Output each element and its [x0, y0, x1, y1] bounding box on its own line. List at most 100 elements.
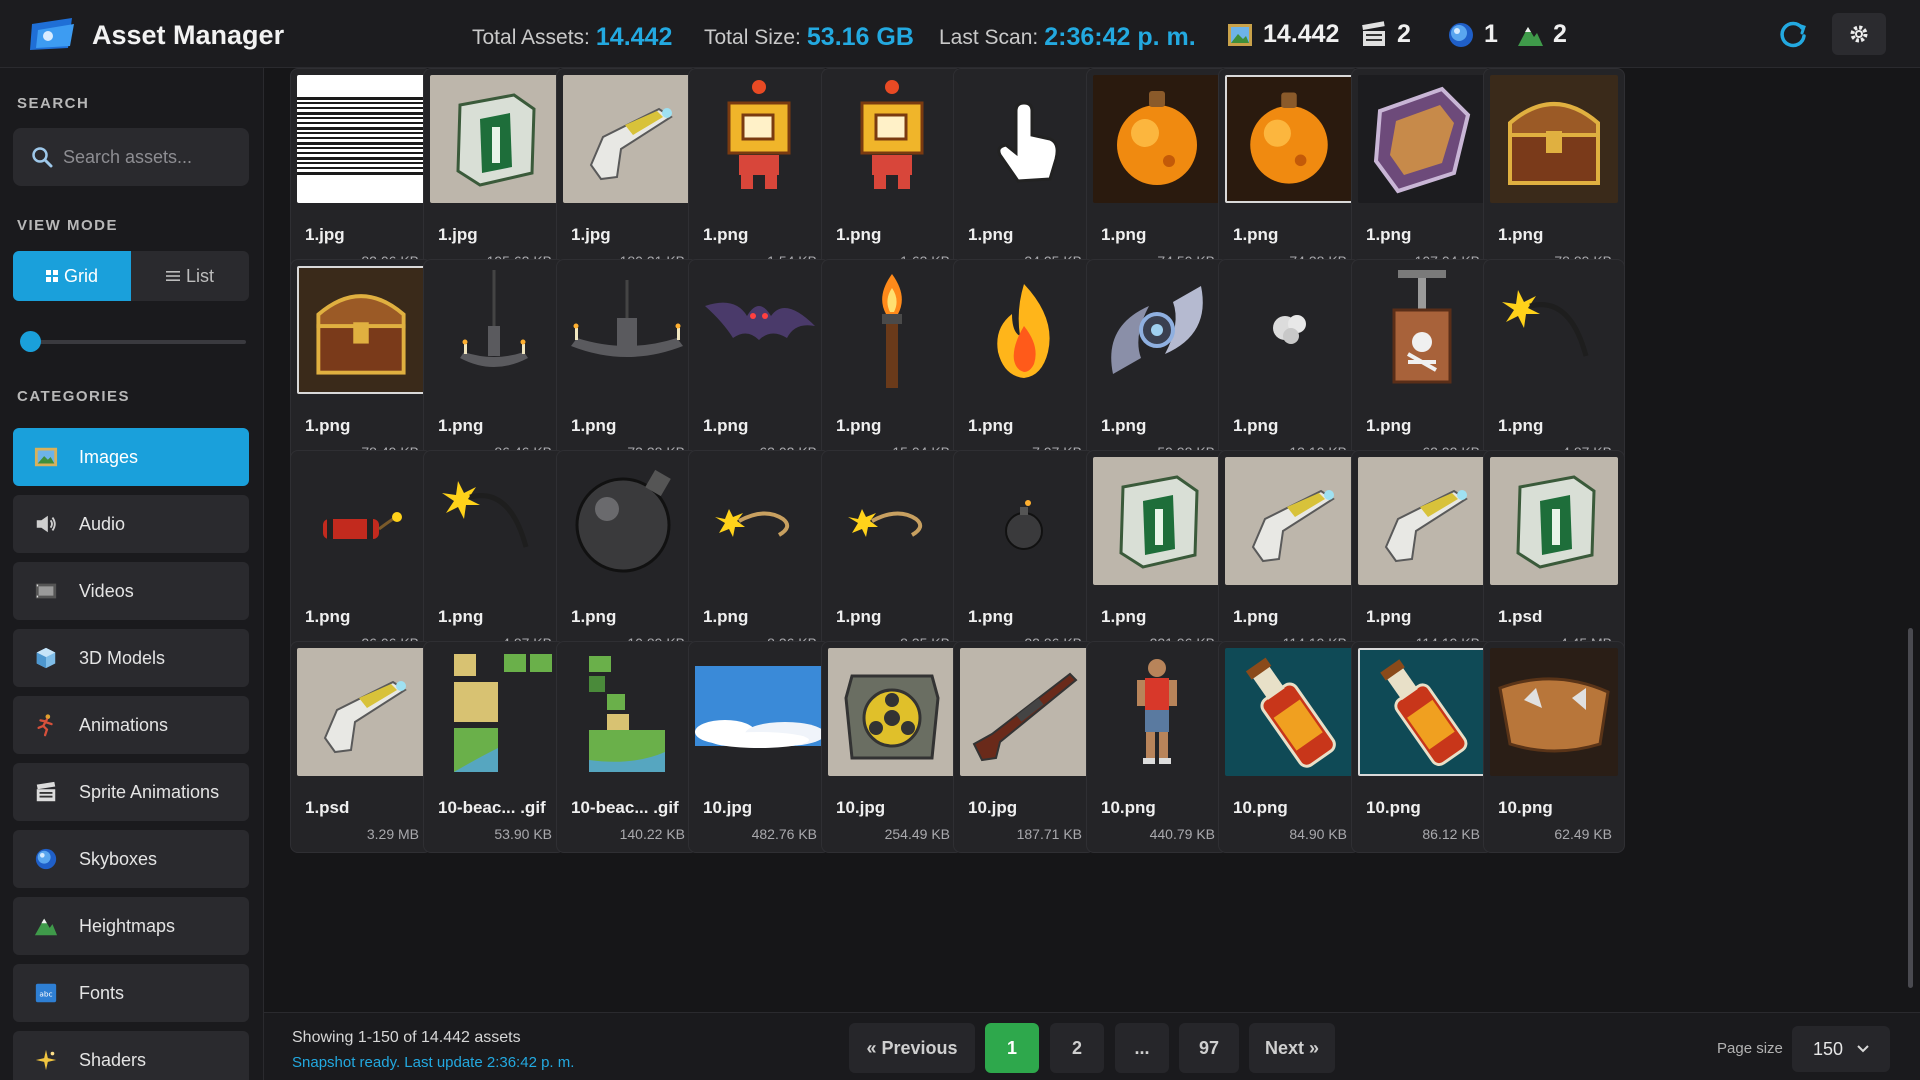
page-button-1[interactable]: 1 — [985, 1023, 1039, 1073]
asset-filesize: 3.29 MB — [366, 826, 419, 842]
thumbnail-size-slider-track[interactable] — [30, 340, 246, 344]
asset-card[interactable]: 1.png114.19 KB — [1351, 450, 1493, 662]
sidebar-item-label: Audio — [79, 513, 126, 534]
asset-card[interactable]: 1.png22.86 KB — [953, 450, 1095, 662]
sidebar-item-fonts[interactable]: abc Fonts — [13, 964, 249, 1022]
asset-card[interactable]: 10-beac... .gif 140.22 KB — [556, 641, 698, 853]
grid-view-button[interactable]: Grid — [13, 251, 131, 301]
asset-card[interactable]: 1.png13.10 KB — [1218, 259, 1360, 471]
asset-card[interactable]: 10.png 86.12 KB — [1351, 641, 1493, 853]
list-view-button[interactable]: List — [131, 251, 249, 301]
asset-card[interactable]: 1.png10.89 KB — [556, 450, 698, 662]
sidebar-item-label: Fonts — [79, 982, 125, 1003]
potion-orange-thumbnail-icon — [1093, 75, 1221, 203]
asset-card[interactable]: 1.png107.04 KB — [1351, 68, 1493, 280]
asset-grid: 1.jpg82.06 KB1.jpg195.62 KB1.jpg180.31 K… — [264, 68, 1904, 1008]
asset-card[interactable]: 1.png78.49 KB — [290, 259, 432, 471]
search-input[interactable] — [63, 146, 233, 168]
page-button-97[interactable]: 97 — [1179, 1023, 1239, 1073]
page-size-select[interactable]: 150 — [1792, 1026, 1890, 1072]
total-size-label: Total Size: — [704, 26, 801, 49]
sidebar-item-animations[interactable]: Animations — [13, 696, 249, 754]
sidebar-item-label: Images — [79, 446, 139, 467]
previous-page-button[interactable]: « Previous — [849, 1023, 975, 1073]
asset-card[interactable]: 1.jpg195.62 KB — [423, 68, 565, 280]
sidebar-item-shaders[interactable]: Shaders — [13, 1031, 249, 1080]
asset-card[interactable]: 10.png 440.79 KB — [1086, 641, 1228, 853]
flame-thumbnail-icon — [960, 266, 1088, 394]
asset-card[interactable]: 1.png62.92 KB — [1351, 259, 1493, 471]
asset-card[interactable]: 1.jpg180.31 KB — [556, 68, 698, 280]
asset-card[interactable]: 1.png63.02 KB — [688, 259, 830, 471]
asset-card[interactable]: 1.png74.50 KB — [1086, 68, 1228, 280]
bracer-thumbnail-icon — [1490, 648, 1618, 776]
asset-filesize: 440.79 KB — [1149, 826, 1215, 842]
asset-card[interactable]: 1.png8.35 KB — [821, 450, 963, 662]
asset-card[interactable]: 1.png114.19 KB — [1218, 450, 1360, 662]
asset-card[interactable]: 10.png 62.49 KB — [1483, 641, 1625, 853]
search-box[interactable] — [13, 128, 249, 186]
grid-view-label: Grid — [63, 265, 98, 286]
asset-card[interactable]: 1.png34.25 KB — [953, 68, 1095, 280]
sidebar-item-videos[interactable]: Videos — [13, 562, 249, 620]
view-mode-toggle: Grid List — [13, 251, 249, 301]
asset-card[interactable]: 1.png15.04 KB — [821, 259, 963, 471]
asset-filename: 1.psd — [1498, 607, 1543, 626]
asset-card[interactable]: 1.png86.46 KB — [423, 259, 565, 471]
next-page-button[interactable]: Next » — [1249, 1023, 1335, 1073]
shield-thumbnail-icon — [1358, 75, 1486, 203]
asset-card[interactable]: 10-beac... .gif 53.90 KB — [423, 641, 565, 853]
asset-card[interactable]: 1.png74.38 KB — [1218, 68, 1360, 280]
asset-card[interactable]: 1.psd4.45 MB — [1483, 450, 1625, 662]
runner-icon — [33, 712, 59, 738]
chandelier-wide-thumbnail-icon — [563, 266, 691, 394]
generator-thumbnail-icon — [1490, 457, 1618, 585]
bottle-thumbnail-icon — [1358, 648, 1486, 776]
asset-card[interactable]: 10.jpg 187.71 KB — [953, 641, 1095, 853]
asset-card[interactable]: 1.png26.06 KB — [290, 450, 432, 662]
sidebar-item-audio[interactable]: Audio — [13, 495, 249, 553]
asset-card[interactable]: 1.png78.89 KB — [1483, 68, 1625, 280]
asset-card[interactable]: 1.png59.98 KB — [1086, 259, 1228, 471]
asset-filename: 1.png — [1101, 607, 1147, 626]
page-button-2[interactable]: 2 — [1050, 1023, 1104, 1073]
asset-card[interactable]: 1.png1.54 KB — [688, 68, 830, 280]
sidebar-item-3d-models[interactable]: 3D Models — [13, 629, 249, 687]
skybox-count-value: 1 — [1484, 20, 1498, 48]
asset-card[interactable]: 1.png8.36 KB — [688, 450, 830, 662]
asset-card[interactable]: 10.jpg 254.49 KB — [821, 641, 963, 853]
asset-card[interactable]: 1.jpg82.06 KB — [290, 68, 432, 280]
asset-card[interactable]: 1.png221.96 KB — [1086, 450, 1228, 662]
asset-card[interactable]: 1.png4.87 KB — [1483, 259, 1625, 471]
asset-card[interactable]: 1.png7.97 KB — [953, 259, 1095, 471]
asset-card[interactable]: 1.png4.87 KB — [423, 450, 565, 662]
asset-card[interactable]: 1.png73.38 KB — [556, 259, 698, 471]
chevron-down-icon — [1857, 1045, 1869, 1053]
thumbnail-size-slider-handle[interactable] — [20, 331, 41, 352]
sidebar-item-sprite-animations[interactable]: Sprite Animations — [13, 763, 249, 821]
asset-filename: 10-beac... .gif — [571, 798, 679, 817]
font-icon: abc — [33, 980, 59, 1006]
grid-scrollbar[interactable] — [1908, 628, 1913, 988]
spark-fuse-thumbnail-icon — [1490, 266, 1618, 394]
page-ellipsis: ... — [1115, 1023, 1169, 1073]
sidebar-item-heightmaps[interactable]: Heightmaps — [13, 897, 249, 955]
tiles-thumbnail-icon — [430, 648, 558, 776]
asset-card[interactable]: 1.psd 3.29 MB — [290, 641, 432, 853]
sidebar-item-label: Heightmaps — [79, 915, 176, 936]
app-title: Asset Manager — [92, 20, 285, 50]
asset-card[interactable]: 1.png1.63 KB — [821, 68, 963, 280]
asset-filename: 1.png — [305, 416, 351, 435]
settings-button[interactable] — [1832, 13, 1886, 55]
asset-filename: 1.png — [703, 416, 749, 435]
refresh-icon[interactable] — [1778, 19, 1808, 49]
heightmap-count: 2 — [1516, 20, 1567, 49]
asset-filename: 10.png — [1101, 798, 1156, 817]
asset-card[interactable]: 10.jpg 482.76 KB — [688, 641, 830, 853]
sidebar-item-images[interactable]: Images — [13, 428, 249, 486]
sidebar-item-skyboxes[interactable]: Skyboxes — [13, 830, 249, 888]
video-icon — [1362, 20, 1385, 46]
asset-filename: 1.png — [703, 607, 749, 626]
app-logo-icon — [30, 18, 74, 50]
asset-card[interactable]: 10.png 84.90 KB — [1218, 641, 1360, 853]
